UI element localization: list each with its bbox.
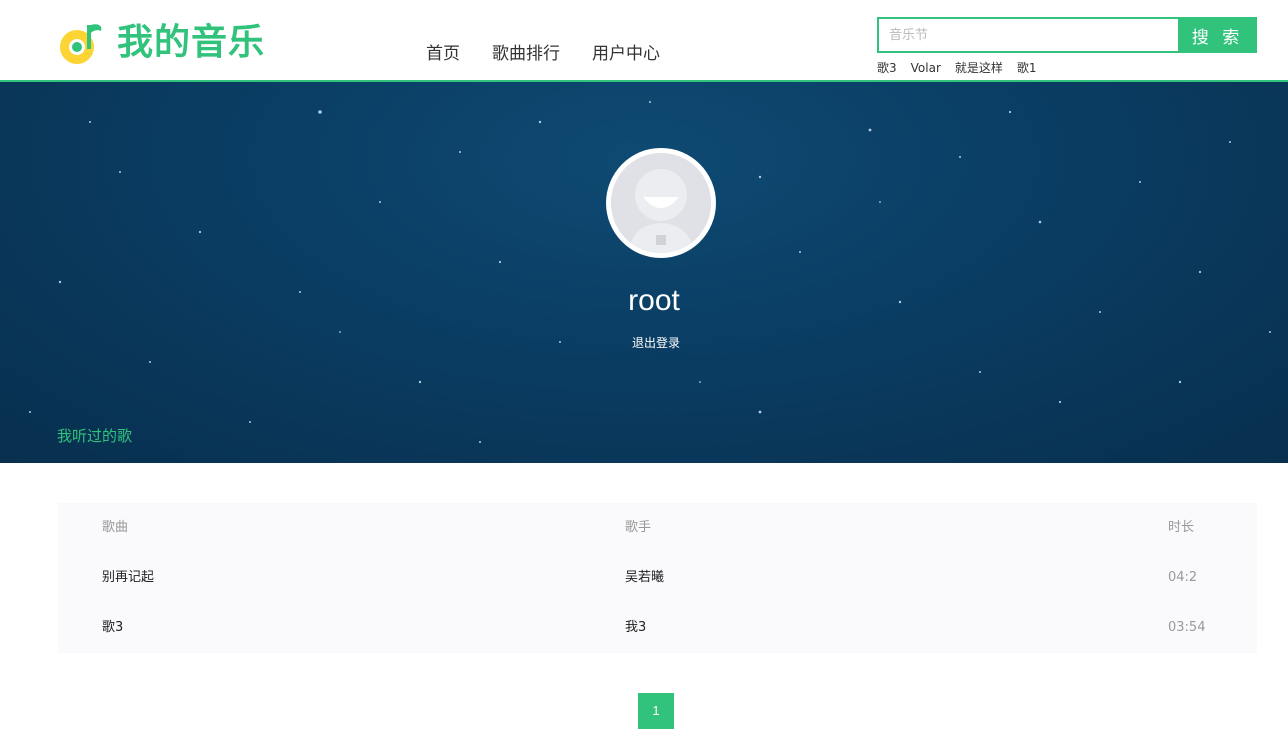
column-header-singer: 歌手 — [625, 520, 652, 535]
default-avatar-icon — [611, 153, 711, 253]
username: root — [628, 284, 680, 317]
song-duration: 04:2 — [1168, 570, 1198, 585]
hot-search-item[interactable]: 歌1 — [1017, 60, 1037, 76]
search-bar: 搜 索 — [877, 17, 1257, 53]
search-input[interactable] — [877, 17, 1178, 53]
history-section-title: 我听过的歌 — [57, 427, 133, 445]
column-header-song: 歌曲 — [102, 520, 129, 535]
logo[interactable]: 我的音乐 — [57, 19, 265, 67]
nav-item-ranking[interactable]: 歌曲排行 — [492, 42, 560, 66]
nav-item-home[interactable]: 首页 — [426, 42, 460, 66]
song-title[interactable]: 别再记起 — [102, 553, 154, 603]
table-header-row: 歌曲 歌手 时长 — [58, 503, 1257, 553]
logout-link[interactable]: 退出登录 — [0, 334, 1288, 351]
song-duration: 03:54 — [1168, 620, 1206, 635]
main-nav: 首页 歌曲排行 用户中心 — [426, 42, 692, 66]
nav-item-user-center[interactable]: 用户中心 — [592, 42, 660, 66]
table-row[interactable]: 别再记起 吴若曦 04:2 — [58, 553, 1257, 603]
singer-name[interactable]: 吴若曦 — [625, 553, 664, 603]
logo-text: 我的音乐 — [117, 22, 266, 63]
table-row[interactable]: 歌3 我3 03:54 — [58, 603, 1257, 653]
hot-search-item[interactable]: 歌3 — [877, 60, 897, 76]
search-button[interactable]: 搜 索 — [1178, 17, 1257, 53]
singer-name[interactable]: 我3 — [625, 603, 646, 653]
site-header: 我的音乐 首页 歌曲排行 用户中心 搜 索 歌3 Volar 就是这样 歌1 — [0, 0, 1288, 82]
hot-search-item[interactable]: Volar — [911, 60, 941, 76]
hot-searches: 歌3 Volar 就是这样 歌1 — [877, 60, 1051, 76]
avatar[interactable] — [606, 148, 716, 258]
profile-banner: root 退出登录 我听过的歌 — [0, 82, 1288, 463]
pagination-page-button[interactable]: 1 — [638, 693, 674, 729]
hot-search-item[interactable]: 就是这样 — [955, 60, 1003, 76]
starfield-background — [29, 101, 1271, 443]
column-header-duration: 时长 — [1168, 520, 1195, 535]
music-note-icon — [60, 24, 102, 64]
song-title[interactable]: 歌3 — [102, 603, 123, 653]
song-history-table: 歌曲 歌手 时长 别再记起 吴若曦 04:2 歌3 我3 03:54 — [58, 503, 1257, 653]
